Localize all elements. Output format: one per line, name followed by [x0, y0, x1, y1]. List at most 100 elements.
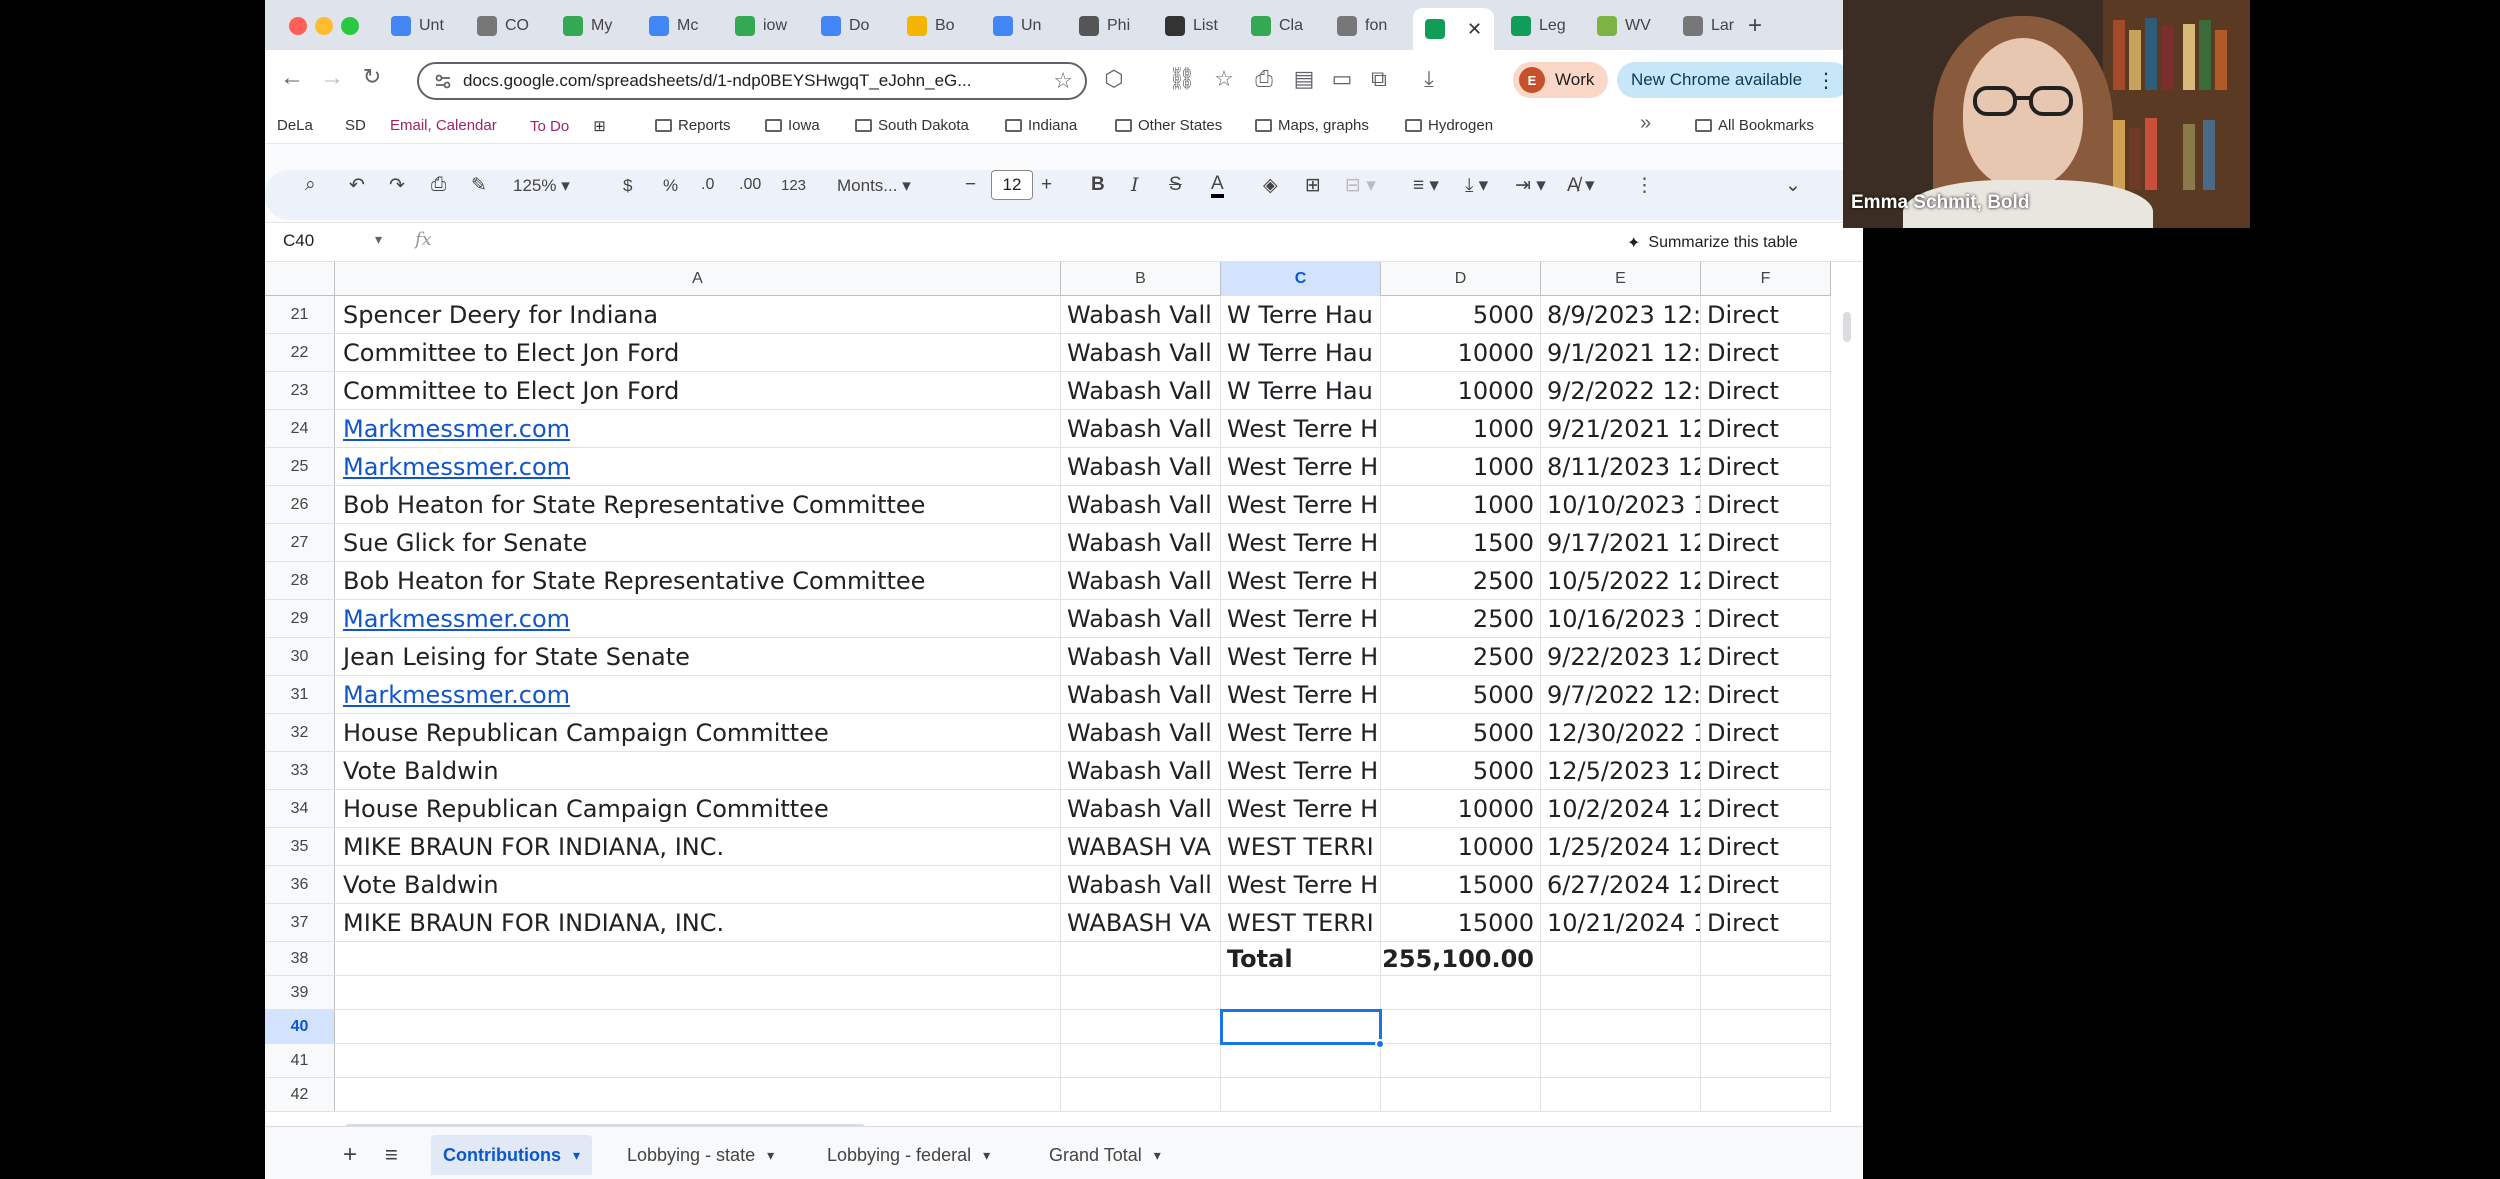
bold-icon[interactable]: B [1091, 174, 1105, 196]
reload-icon[interactable]: ↻ [355, 64, 389, 90]
cell-e[interactable]: 6/27/2024 12 [1541, 866, 1701, 903]
cell-d[interactable]: 5000 [1381, 296, 1541, 333]
italic-icon[interactable]: I [1131, 174, 1139, 196]
chevron-down-icon[interactable]: ▾ [375, 231, 382, 248]
cell-a[interactable]: Vote Baldwin [335, 866, 1061, 903]
cell-e[interactable]: 12/30/2022 12 [1541, 714, 1701, 751]
cell-c[interactable]: West Terre H [1221, 410, 1381, 447]
bookmark-10[interactable]: Hydrogen [1405, 117, 1493, 134]
cell-c[interactable]: West Terre H [1221, 448, 1381, 485]
cell-d[interactable]: 1500 [1381, 524, 1541, 561]
bookmark-star-icon[interactable]: ☆ [1053, 68, 1073, 94]
cell-f[interactable]: Direct [1701, 600, 1831, 637]
decrease-font-size-icon[interactable]: − [965, 174, 976, 196]
text-color-icon[interactable]: A [1211, 174, 1224, 198]
browser-tab-7[interactable]: Un [993, 10, 1041, 42]
selected-cell-c40[interactable] [1220, 1009, 1382, 1045]
cell-d[interactable]: 15000 [1381, 904, 1541, 941]
cell-a[interactable] [335, 942, 1061, 975]
bookmark-4[interactable]: Reports [655, 117, 731, 134]
cell-d[interactable]: 15000 [1381, 866, 1541, 903]
screenshot-icon[interactable]: ⧉ [1365, 66, 1393, 94]
cell-a[interactable]: Bob Heaton for State Representative Comm… [335, 486, 1061, 523]
url-text[interactable]: docs.google.com/spreadsheets/d/1-ndp0BEY… [463, 71, 1043, 91]
cell-e[interactable]: 12/5/2023 12: [1541, 752, 1701, 789]
cell-d[interactable]: 5000 [1381, 676, 1541, 713]
cell-b[interactable]: Wabash Vall [1061, 752, 1221, 789]
cell-a[interactable]: Bob Heaton for State Representative Comm… [335, 562, 1061, 599]
font-family-select[interactable]: Monts... ▾ [837, 176, 911, 196]
summarize-table-button[interactable]: ✦ Summarize this table [1627, 233, 1798, 253]
sheet-tab-0[interactable]: Contributions ▾ [431, 1135, 593, 1175]
browser-tab-2[interactable]: My [563, 10, 612, 42]
collapse-toolbar-icon[interactable]: ⌄ [1785, 174, 1801, 197]
cell-f[interactable] [1701, 1010, 1831, 1043]
cell-a[interactable]: MIKE BRAUN FOR INDIANA, INC. [335, 904, 1061, 941]
select-all-corner[interactable] [265, 262, 335, 296]
cell-a[interactable]: Markmessmer.com [335, 410, 1061, 447]
cell-a[interactable]: Markmessmer.com [335, 448, 1061, 485]
bookmark-6[interactable]: South Dakota [855, 117, 969, 134]
cell-e[interactable]: 8/11/2023 12:0 [1541, 448, 1701, 485]
vertical-align-icon[interactable]: ⤓ ▾ [1465, 174, 1488, 197]
cell-d[interactable]: 2500 [1381, 562, 1541, 599]
chrome-update-button[interactable]: New Chrome available ⋮ [1617, 62, 1851, 98]
cell-b[interactable] [1061, 976, 1221, 1009]
chevron-down-icon[interactable]: ▾ [983, 1147, 990, 1164]
cell-f[interactable]: Direct [1701, 752, 1831, 789]
row-number[interactable]: 39 [265, 976, 335, 1009]
cell-e[interactable] [1541, 1044, 1701, 1077]
cell-b[interactable] [1061, 1078, 1221, 1111]
cell-a[interactable]: Committee to Elect Jon Ford [335, 372, 1061, 409]
bookmark-8[interactable]: Other States [1115, 117, 1222, 134]
bookmark-5[interactable]: Iowa [765, 117, 820, 134]
browser-tab-8[interactable]: Phi [1079, 10, 1130, 42]
strikethrough-icon[interactable]: S [1169, 174, 1182, 196]
borders-icon[interactable]: ⊞ [1305, 174, 1321, 197]
sheet-tab-2[interactable]: Lobbying - federal ▾ [815, 1139, 1002, 1171]
cell-e[interactable] [1541, 1010, 1701, 1043]
cell-c[interactable]: W Terre Hau [1221, 334, 1381, 371]
cell-e[interactable]: 10/21/2024 12 [1541, 904, 1701, 941]
cell-b[interactable]: Wabash Vall [1061, 562, 1221, 599]
cell-f[interactable]: Direct [1701, 562, 1831, 599]
cell-f[interactable]: Direct [1701, 486, 1831, 523]
site-info-icon[interactable] [433, 71, 453, 91]
cell-a[interactable]: Markmessmer.com [335, 600, 1061, 637]
row-number[interactable]: 35 [265, 828, 335, 865]
cell-b[interactable]: Wabash Vall [1061, 714, 1221, 751]
sheet-tab-1[interactable]: Lobbying - state ▾ [615, 1139, 786, 1171]
browser-tab-13[interactable]: Leg [1511, 10, 1566, 42]
star-extension-icon[interactable]: ☆ [1210, 66, 1238, 94]
bookmark-2[interactable]: Email, Calendar [390, 117, 497, 134]
cell-a[interactable]: Jean Leising for State Senate [335, 638, 1061, 675]
more-options-icon[interactable]: ⋮ [1635, 174, 1654, 197]
paint-format-icon[interactable]: ✎ [471, 174, 487, 197]
cell-b[interactable]: Wabash Vall [1061, 334, 1221, 371]
cell-c[interactable]: WEST TERRI [1221, 828, 1381, 865]
cell-b[interactable]: Wabash Vall [1061, 524, 1221, 561]
merge-cells-icon[interactable]: ⊟ ▾ [1345, 174, 1376, 197]
cell-f[interactable] [1701, 942, 1831, 975]
cell-a[interactable]: Sue Glick for Senate [335, 524, 1061, 561]
cell-d[interactable]: 2500 [1381, 638, 1541, 675]
row-number[interactable]: 22 [265, 334, 335, 371]
cell-f[interactable]: Direct [1701, 676, 1831, 713]
cell-b[interactable]: WABASH VA [1061, 828, 1221, 865]
cell-f[interactable]: Direct [1701, 372, 1831, 409]
row-number[interactable]: 40 [265, 1010, 335, 1043]
cell-d[interactable]: 10000 [1381, 334, 1541, 371]
cell-d[interactable]: 1000 [1381, 448, 1541, 485]
cell-f[interactable]: Direct [1701, 638, 1831, 675]
row-number[interactable]: 25 [265, 448, 335, 485]
cell-b[interactable]: Wabash Vall [1061, 676, 1221, 713]
cell-c[interactable]: West Terre H [1221, 486, 1381, 523]
cell-b[interactable]: Wabash Vall [1061, 600, 1221, 637]
cell-c[interactable]: West Terre H [1221, 752, 1381, 789]
bookmark-3[interactable]: To Do ⊞ [530, 117, 606, 136]
cell-f[interactable]: Direct [1701, 296, 1831, 333]
cell-d[interactable]: 1000 [1381, 486, 1541, 523]
cell-c[interactable]: West Terre H [1221, 600, 1381, 637]
cell-e[interactable]: 9/1/2021 12:0( [1541, 334, 1701, 371]
row-number[interactable]: 23 [265, 372, 335, 409]
